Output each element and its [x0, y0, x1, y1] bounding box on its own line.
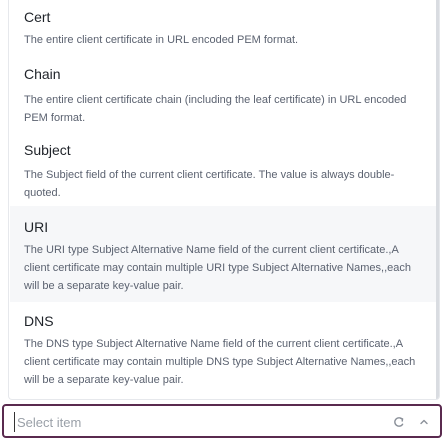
option-description: The DNS type Subject Alternative Name fi…: [24, 338, 416, 386]
chevron-up-icon[interactable]: [417, 415, 431, 429]
clear-icon[interactable]: [392, 415, 406, 429]
option-description: The URI type Subject Alternative Name fi…: [24, 244, 412, 292]
option-description: The entire client certificate in URL enc…: [24, 34, 299, 46]
option-subject[interactable]: Subject The Subject field of the current…: [10, 132, 436, 206]
option-cert[interactable]: Cert The entire client certificate in UR…: [10, 0, 436, 56]
dropdown-menu: Cert The entire client certificate in UR…: [8, 0, 440, 400]
option-uri[interactable]: URI The URI type Subject Alternative Nam…: [10, 206, 436, 302]
option-title: DNS: [24, 313, 54, 329]
select-input[interactable]: [14, 412, 377, 432]
option-description: The entire client certificate chain (inc…: [24, 94, 407, 124]
option-chain[interactable]: Chain The entire client certificate chai…: [10, 56, 436, 132]
option-title: Chain: [24, 66, 61, 82]
option-title: URI: [24, 219, 49, 235]
select-box[interactable]: [2, 404, 442, 438]
option-description: The Subject field of the current client …: [24, 169, 395, 199]
option-title: Cert: [24, 9, 51, 25]
option-dns[interactable]: DNS The DNS type Subject Alternative Nam…: [10, 302, 436, 399]
option-title: Subject: [24, 142, 71, 158]
